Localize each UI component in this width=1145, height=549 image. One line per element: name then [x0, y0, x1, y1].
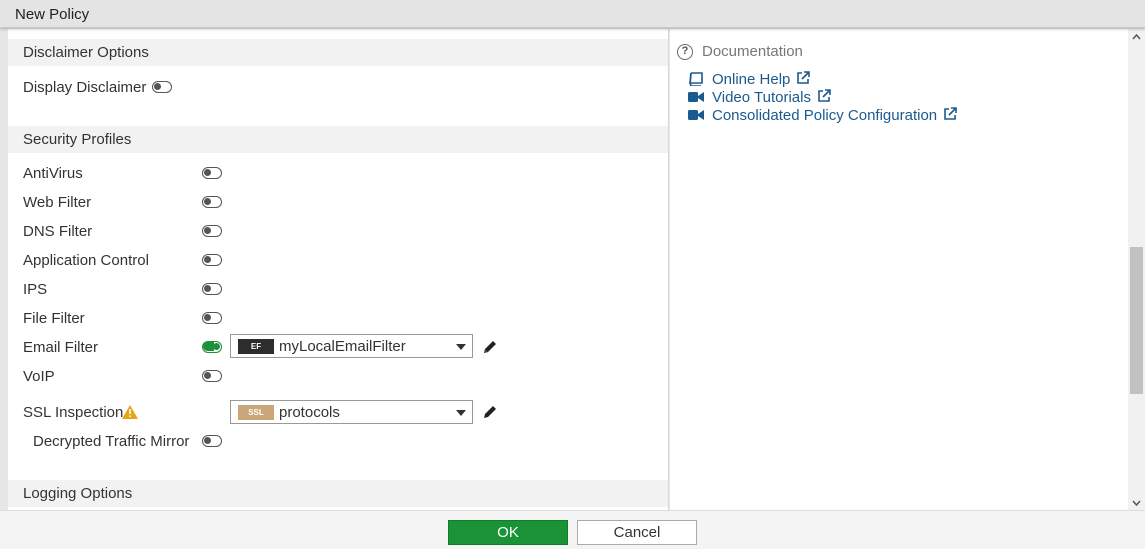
ssl-inspection-select[interactable]: SSL protocols — [230, 400, 473, 424]
cancel-button[interactable]: Cancel — [577, 520, 697, 545]
dns-filter-label: DNS Filter — [23, 223, 93, 240]
dialog-footer: OK Cancel — [0, 510, 1145, 549]
scrollbar-thumb[interactable] — [1130, 247, 1143, 394]
warning-icon — [122, 405, 138, 419]
vertical-scrollbar[interactable] — [1128, 29, 1145, 510]
dialog-title-bar: New Policy — [0, 0, 1145, 28]
online-help-label: Online Help — [712, 71, 791, 88]
logging-options-header: Logging Options — [8, 480, 668, 507]
security-profiles-header: Security Profiles — [8, 126, 668, 153]
consolidated-policy-label: Consolidated Policy Configuration — [712, 107, 938, 124]
consolidated-policy-link[interactable]: Consolidated Policy Configuration — [688, 107, 957, 125]
online-help-link[interactable]: Online Help — [688, 71, 811, 89]
web-filter-label: Web Filter — [23, 194, 92, 211]
chevron-down-icon — [456, 344, 466, 350]
ips-toggle[interactable] — [202, 283, 222, 295]
video-tutorials-link[interactable]: Video Tutorials — [688, 89, 831, 107]
email-filter-toggle[interactable] — [202, 341, 222, 353]
external-link-icon — [797, 71, 811, 84]
book-icon — [689, 72, 703, 86]
scroll-down-icon[interactable] — [1132, 498, 1141, 507]
section-title: Disclaimer Options — [23, 44, 149, 61]
file-filter-toggle[interactable] — [202, 312, 222, 324]
email-filter-label: Email Filter — [23, 339, 99, 356]
ssl-inspection-label: SSL Inspection — [23, 404, 124, 421]
video-tutorials-label: Video Tutorials — [712, 89, 811, 106]
display-disclaimer-toggle[interactable] — [152, 81, 172, 93]
email-filter-value: myLocalEmailFilter — [279, 338, 406, 355]
chevron-down-icon — [456, 410, 466, 416]
voip-label: VoIP — [23, 368, 55, 385]
ips-label: IPS — [23, 281, 48, 298]
external-link-icon — [944, 107, 957, 120]
decrypted-traffic-mirror-label: Decrypted Traffic Mirror — [33, 433, 190, 450]
policy-form: Disclaimer Options Display Disclaimer Se… — [8, 29, 669, 510]
ssl-inspection-value: protocols — [279, 404, 340, 421]
antivirus-toggle[interactable] — [202, 167, 222, 179]
ok-button[interactable]: OK — [448, 520, 568, 545]
voip-toggle[interactable] — [202, 370, 222, 382]
edit-pencil-icon[interactable] — [482, 404, 498, 420]
edit-pencil-icon[interactable] — [482, 339, 498, 355]
decrypted-traffic-mirror-toggle[interactable] — [202, 435, 222, 447]
dialog-title: New Policy — [15, 6, 90, 23]
email-filter-badge: EF — [238, 339, 274, 354]
antivirus-label: AntiVirus — [23, 165, 83, 182]
section-title: Security Profiles — [23, 131, 132, 148]
ssl-badge: SSL — [238, 405, 274, 420]
application-control-label: Application Control — [23, 252, 149, 269]
documentation-panel: ? Documentation Online Help Video Tutori… — [670, 29, 1128, 510]
video-icon — [688, 92, 704, 102]
file-filter-label: File Filter — [23, 310, 85, 327]
video-icon — [688, 110, 704, 120]
dns-filter-toggle[interactable] — [202, 225, 222, 237]
question-circle-icon: ? — [677, 44, 693, 60]
disclaimer-options-header: Disclaimer Options — [8, 39, 668, 66]
documentation-title: Documentation — [702, 43, 803, 60]
external-link-icon — [818, 89, 831, 102]
email-filter-select[interactable]: EF myLocalEmailFilter — [230, 334, 473, 358]
web-filter-toggle[interactable] — [202, 196, 222, 208]
scroll-up-icon[interactable] — [1132, 33, 1141, 42]
section-title: Logging Options — [23, 485, 133, 502]
display-disclaimer-label: Display Disclaimer — [23, 79, 147, 96]
application-control-toggle[interactable] — [202, 254, 222, 266]
